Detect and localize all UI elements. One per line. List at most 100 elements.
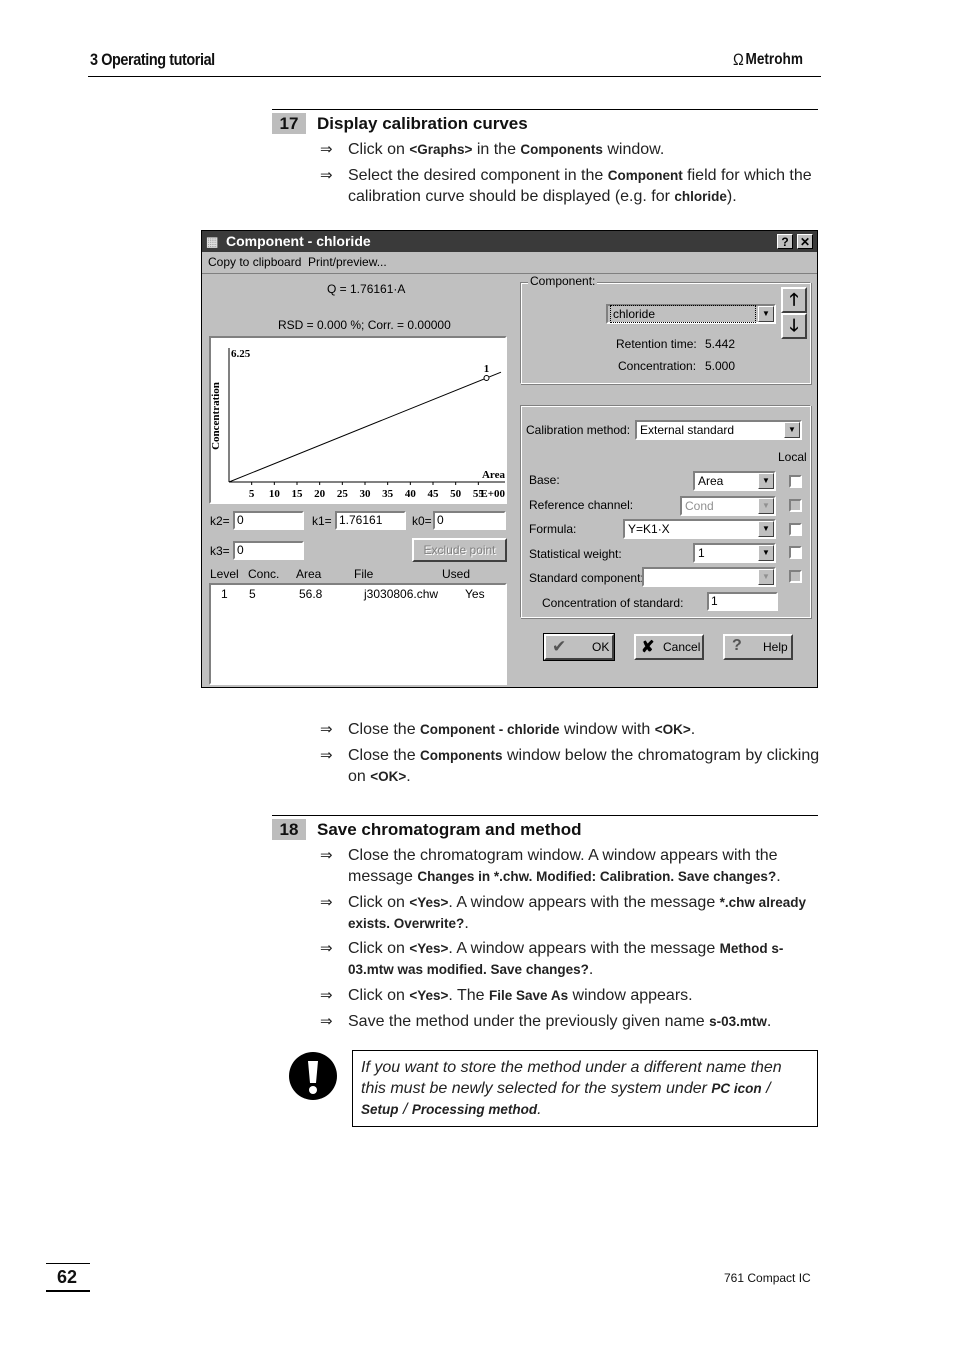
- menu-copy-to-clipboard[interactable]: Copy to clipboard: [208, 252, 301, 273]
- stats-text: RSD = 0.000 %; Corr. = 0.00000: [278, 318, 451, 332]
- previous-component-button[interactable]: 🡑: [781, 287, 807, 313]
- chapter-title: 3 Operating tutorial: [90, 50, 215, 69]
- calibration-chart: Concentration 6.25 Area 5 10 15 20 25 30 35 40 45 50…: [209, 336, 507, 504]
- emphasis: Processing method: [411, 1102, 538, 1117]
- y-axis-title: Concentration: [211, 382, 222, 450]
- step-text: Close the Component - chloride window wi…: [348, 721, 696, 738]
- ok-button[interactable]: ✔ OK: [543, 633, 615, 661]
- cancel-button[interactable]: ✘ Cancel: [634, 634, 704, 660]
- chevron-down-icon[interactable]: ▼: [758, 306, 774, 322]
- k0-input[interactable]: 0: [433, 511, 506, 530]
- chevron-down-icon[interactable]: ▼: [758, 569, 774, 585]
- base-select[interactable]: Area ▼: [693, 471, 776, 491]
- section-title: Display calibration curves: [317, 114, 528, 133]
- section-number: 17: [272, 113, 306, 134]
- chevron-down-icon[interactable]: ▼: [784, 422, 800, 438]
- standard-component-select[interactable]: ▼: [642, 567, 776, 587]
- app-icon: ▦: [206, 234, 219, 249]
- arrow-right-icon: ⇒: [320, 721, 333, 738]
- omega-icon: Ω: [733, 50, 744, 69]
- section-rule: [272, 815, 818, 816]
- exclude-point-button[interactable]: Exclude point: [412, 538, 507, 562]
- concentration-of-standard-label: Concentration of standard:: [542, 596, 684, 610]
- concentration-label: Concentration:: [618, 359, 697, 373]
- chevron-down-icon[interactable]: ▼: [758, 545, 774, 561]
- brand-name: Metrohm: [745, 51, 803, 68]
- help-title-button[interactable]: ?: [777, 234, 793, 249]
- k2-input[interactable]: 0: [233, 511, 304, 530]
- x-tick-label: 15: [292, 488, 304, 500]
- x-tick-label: 50: [450, 488, 462, 500]
- emphasis: Setup: [361, 1102, 399, 1117]
- formula-select[interactable]: Y=K1·X ▼: [623, 519, 776, 539]
- instruction-step: ⇒ Close the Components window below the c…: [320, 745, 820, 787]
- menu-bar: Copy to clipboard Print/preview...: [202, 252, 817, 274]
- menu-print-preview[interactable]: Print/preview...: [308, 252, 387, 273]
- reference-channel-select[interactable]: Cond ▼: [680, 496, 776, 516]
- x-tick-label: 25: [337, 488, 349, 500]
- chevron-down-icon[interactable]: ▼: [758, 498, 774, 514]
- arrow-right-icon: ⇒: [320, 987, 333, 1004]
- local-column-label: Local: [778, 450, 807, 464]
- statistical-weight-label: Statistical weight:: [529, 547, 622, 561]
- x-tick-label: 40: [405, 488, 417, 500]
- reference-channel-value: Cond: [685, 499, 714, 513]
- statistical-weight-select[interactable]: 1 ▼: [693, 543, 776, 563]
- dialog-titlebar[interactable]: ▦ Component - chloride ? ✕: [202, 231, 817, 252]
- statistical-weight-value: 1: [698, 546, 705, 560]
- concentration-of-standard-input[interactable]: 1: [707, 592, 778, 611]
- dialog-title: Component - chloride: [226, 233, 371, 249]
- instruction-step: ⇒ Save the method under the previously gi…: [320, 1011, 820, 1032]
- chevron-down-icon[interactable]: ▼: [758, 473, 774, 489]
- x-tick-label: 45: [428, 488, 440, 500]
- instruction-step: ⇒ Click on <Graphs> in the Components win…: [320, 139, 820, 160]
- formula-local-checkbox[interactable]: [789, 523, 802, 536]
- step-text: Save the method under the previously giv…: [348, 1013, 772, 1030]
- col-level: Level: [210, 567, 239, 581]
- component-group-label: Component:: [528, 274, 598, 288]
- base-value: Area: [698, 474, 724, 488]
- arrow-up-icon: 🡑: [789, 290, 799, 309]
- instruction-step: ⇒ Close the chromatogram window. A window…: [320, 845, 820, 887]
- help-button[interactable]: ? Help: [723, 634, 793, 660]
- base-local-checkbox[interactable]: [789, 475, 802, 488]
- emphasis: Component - chloride: [420, 722, 560, 737]
- calibration-points-list[interactable]: 1 5 56.8 j3030806.chw Yes: [209, 583, 507, 685]
- calibration-method-select[interactable]: External standard ▼: [635, 420, 802, 440]
- emphasis: chloride: [674, 189, 727, 204]
- statistical-weight-local-checkbox[interactable]: [789, 546, 802, 559]
- table-row[interactable]: 1 5 56.8 j3030806.chw Yes: [211, 587, 505, 603]
- component-select[interactable]: chloride ▼: [606, 304, 776, 324]
- calibration-method-label: Calibration method:: [526, 423, 631, 437]
- emphasis: <Yes>: [409, 941, 449, 956]
- k1-input[interactable]: 1.76161: [335, 511, 406, 530]
- instruction-step: ⇒ Click on <Yes>. A window appears with t…: [320, 892, 820, 934]
- product-name: 761 Compact IC: [724, 1271, 811, 1285]
- x-tick-label: 5: [249, 488, 255, 500]
- retention-time-label: Retention time:: [616, 337, 697, 351]
- formula-label: Formula:: [529, 522, 577, 536]
- step-text: Click on <Yes>. A window appears with th…: [348, 894, 806, 932]
- chevron-down-icon[interactable]: ▼: [758, 521, 774, 537]
- section-rule: [272, 109, 818, 110]
- standard-component-label: Standard component:: [529, 571, 644, 585]
- arrow-right-icon: ⇒: [320, 940, 333, 957]
- base-label: Base:: [529, 473, 560, 487]
- footer-rule-top: [46, 1263, 90, 1264]
- question-icon: ?: [732, 637, 742, 654]
- standard-component-local-checkbox[interactable]: [789, 570, 802, 583]
- next-component-button[interactable]: 🡓: [781, 313, 807, 339]
- footer-rule-bottom: [46, 1290, 90, 1292]
- instruction-step: ⇒ Select the desired component in the Com…: [320, 165, 820, 207]
- emphasis: <Yes>: [409, 895, 449, 910]
- reference-channel-local-checkbox[interactable]: [789, 499, 802, 512]
- cell-level: 1: [221, 587, 228, 601]
- k3-label: k3=: [210, 544, 230, 558]
- component-dialog: ▦ Component - chloride ? ✕ Copy to clipb…: [201, 230, 818, 688]
- col-used: Used: [442, 567, 471, 581]
- k3-input[interactable]: 0: [233, 541, 304, 560]
- arrow-right-icon: ⇒: [320, 1013, 333, 1030]
- close-button[interactable]: ✕: [797, 234, 813, 249]
- x-icon: ✘: [641, 639, 655, 656]
- calibration-method-value: External standard: [640, 423, 735, 437]
